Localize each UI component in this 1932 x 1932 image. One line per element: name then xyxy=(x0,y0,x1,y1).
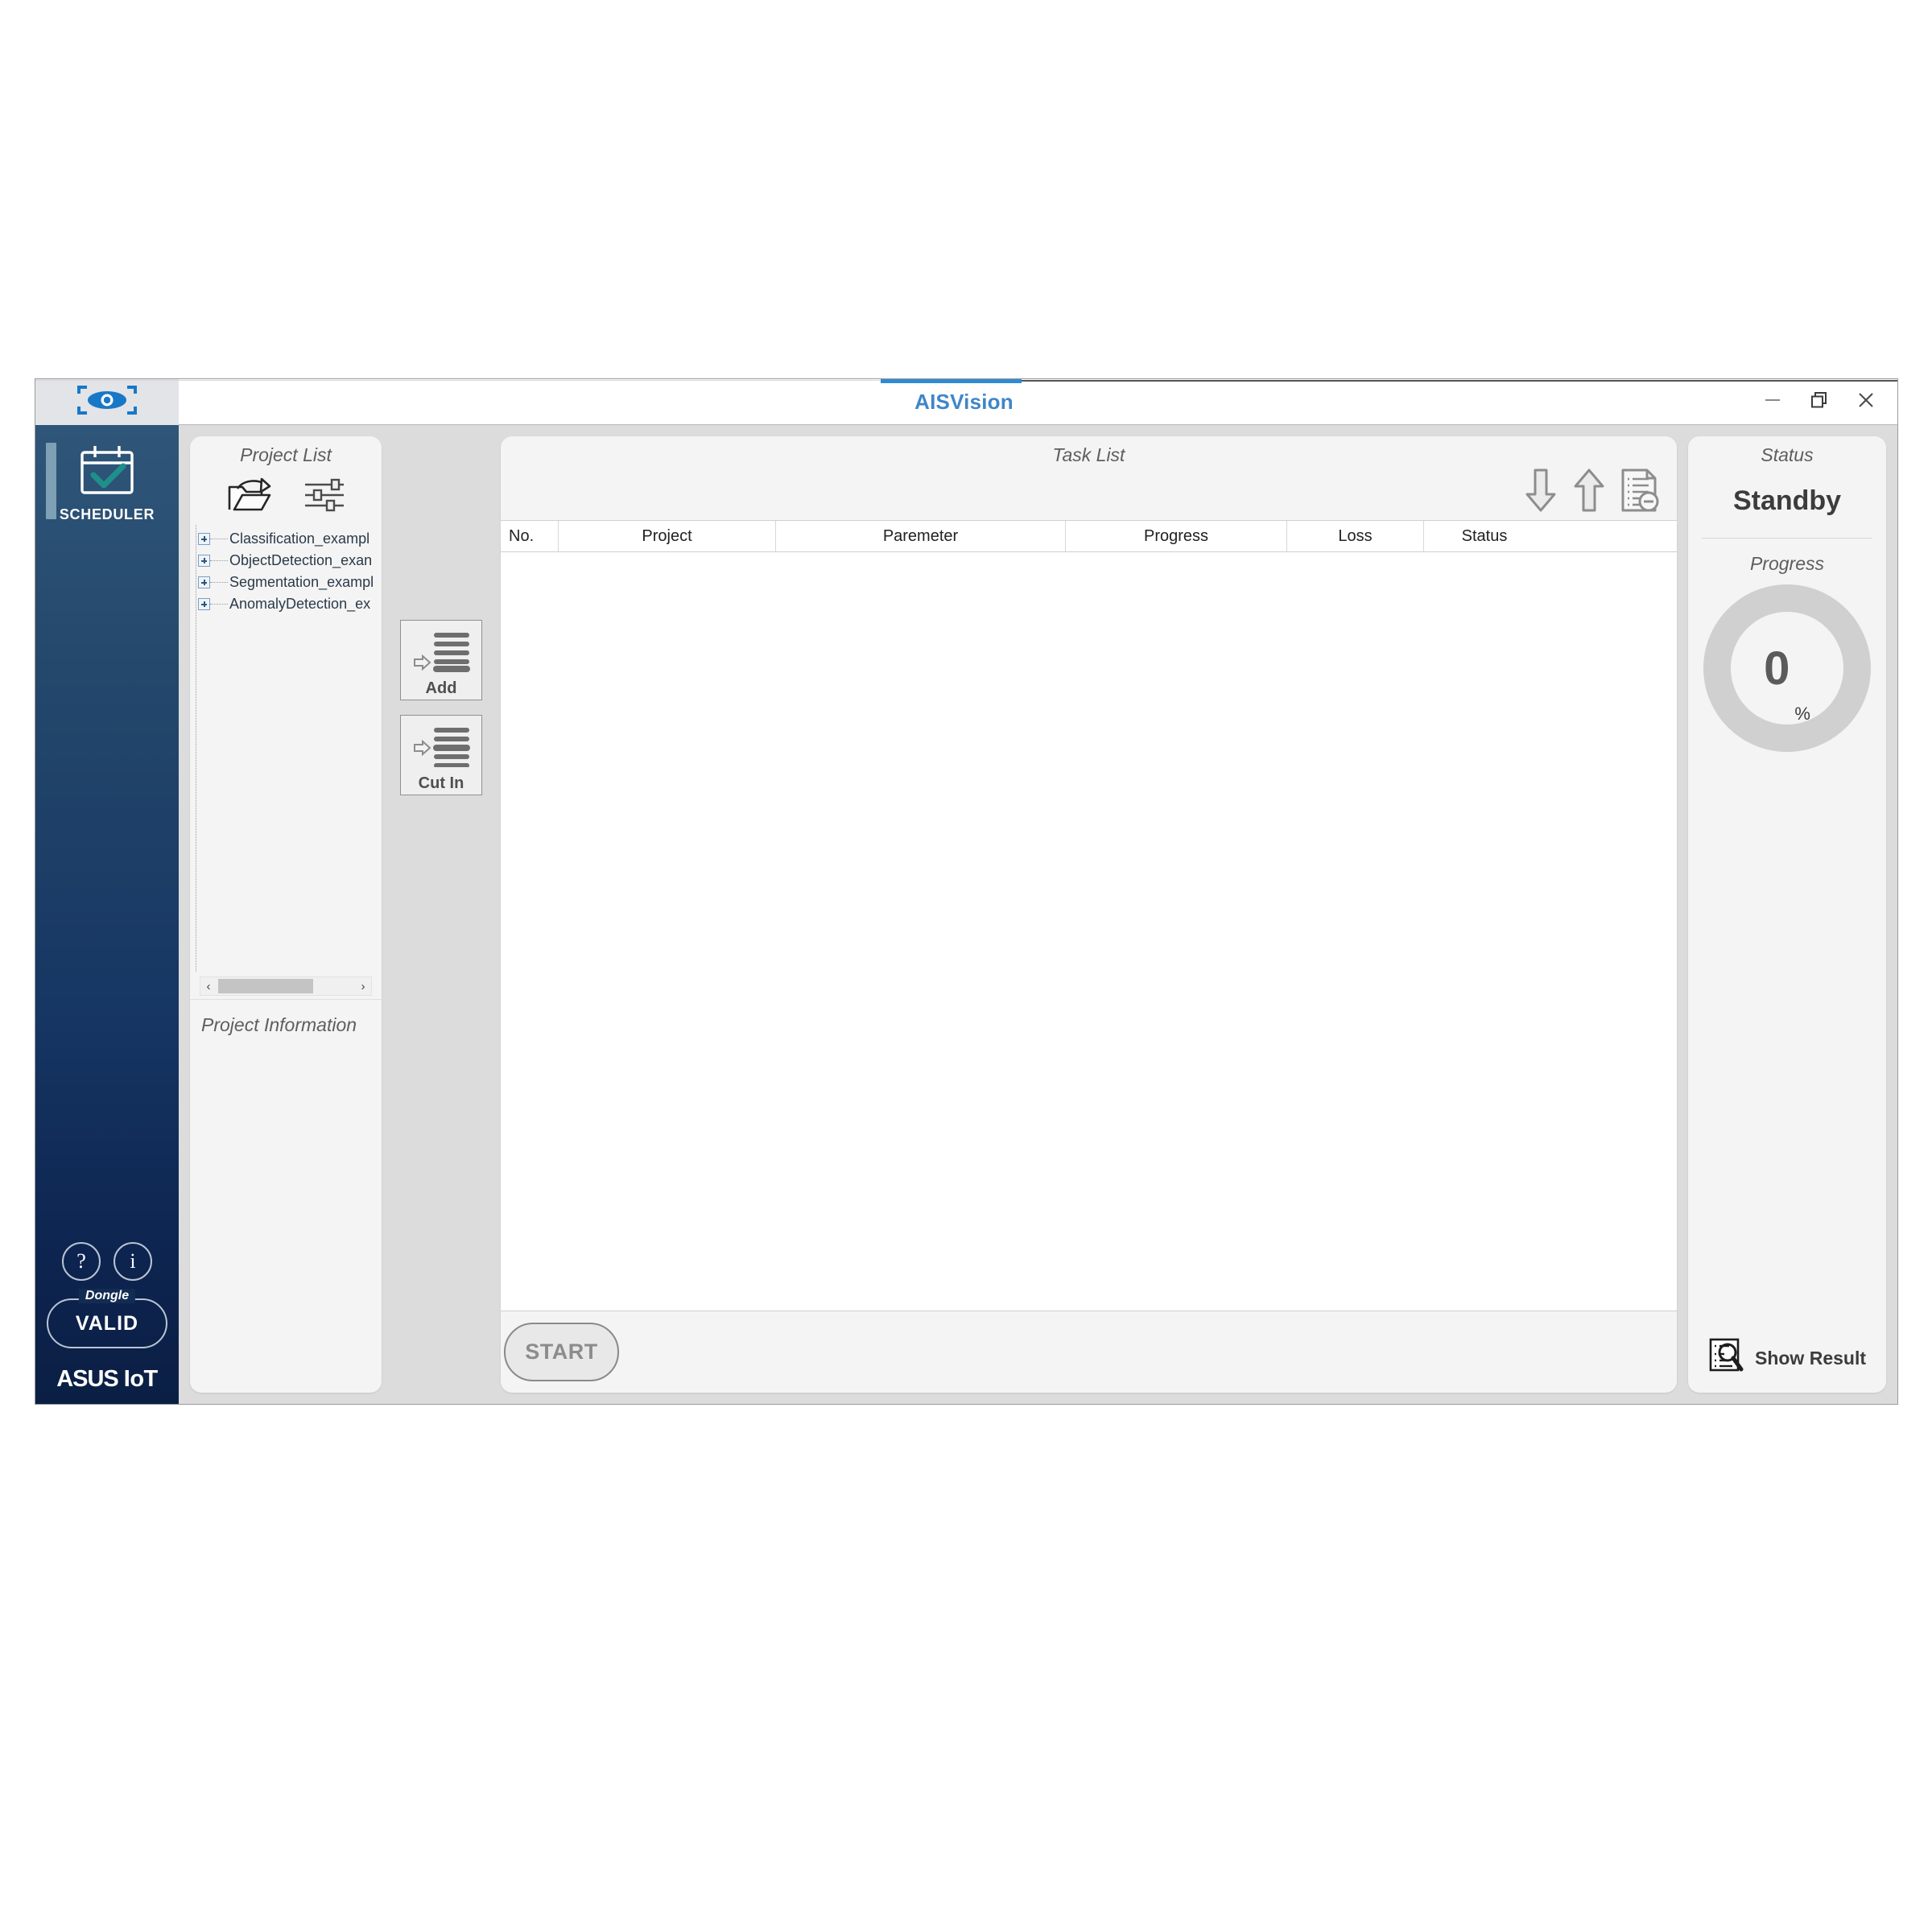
dongle-value: VALID xyxy=(75,1311,139,1335)
sidebar-item-scheduler[interactable]: SCHEDULER xyxy=(35,425,179,534)
tree-item[interactable]: ObjectDetection_exan xyxy=(198,550,382,572)
add-row-icon xyxy=(412,630,470,676)
cut-in-task-label: Cut In xyxy=(418,774,464,792)
column-header-no: No. xyxy=(501,521,559,551)
app-logo xyxy=(35,378,179,425)
calendar-check-icon xyxy=(77,443,137,502)
restore-button[interactable] xyxy=(1796,381,1843,423)
column-header-status: Status xyxy=(1461,526,1508,545)
dongle-status: Dongle VALID xyxy=(47,1289,167,1348)
eye-scan-icon xyxy=(76,384,138,420)
column-header-project: Project xyxy=(559,521,776,551)
tree-item-label: ObjectDetection_exan xyxy=(229,552,373,568)
window-body: SCHEDULER ? i Dongle VALID ASUS IoT Proj… xyxy=(35,425,1897,1404)
progress-unit: % xyxy=(1794,704,1810,724)
title-topline-right xyxy=(1022,380,1897,382)
project-list-panel: Project List Classification_exampl Objec… xyxy=(190,436,382,1393)
tree-branch xyxy=(210,604,228,605)
tree-branch xyxy=(210,582,228,583)
scrollbar-thumb[interactable] xyxy=(218,979,313,993)
tree-item[interactable]: Segmentation_exampl xyxy=(198,572,382,593)
task-list-panel: Task List No. Project Paremeter Progress… xyxy=(501,436,1677,1393)
cut-in-task-button[interactable]: Cut In xyxy=(400,715,482,795)
sidebar-item-label: SCHEDULER xyxy=(59,506,155,522)
close-button[interactable] xyxy=(1843,381,1889,423)
status-value: Standby xyxy=(1732,485,1842,516)
asus-iot-logo: ASUS IoT xyxy=(56,1366,158,1393)
application-window: AISVision SCHEDULER ? i Dongle VALID ASU… xyxy=(35,378,1898,1405)
title-accent-bar xyxy=(881,379,1022,383)
sidebar: SCHEDULER ? i Dongle VALID ASUS IoT xyxy=(35,425,179,1404)
progress-ring: 0 % xyxy=(1703,584,1871,752)
task-list-title: Task List xyxy=(1052,444,1125,465)
project-list-toolbar xyxy=(190,466,382,525)
add-task-label: Add xyxy=(425,679,457,697)
status-title: Status xyxy=(1761,444,1814,465)
title-bar: AISVision xyxy=(35,378,1897,425)
minimize-icon xyxy=(1764,394,1781,409)
move-down-icon[interactable] xyxy=(1524,468,1558,517)
expand-icon[interactable] xyxy=(198,533,210,545)
task-list-column: Task List No. Project Paremeter Progress… xyxy=(501,436,1677,1393)
column-header-progress: Progress xyxy=(1066,521,1287,551)
status-panel: Status Standby Progress 0 % Show Result xyxy=(1688,436,1886,1393)
show-result-button[interactable]: Show Result xyxy=(1708,1338,1866,1378)
project-information-body xyxy=(190,1036,382,1393)
expand-icon[interactable] xyxy=(198,598,210,610)
progress-ring-center: 0 % xyxy=(1703,584,1871,752)
tree-item-label: AnomalyDetection_ex xyxy=(229,596,371,612)
scroll-right-icon[interactable]: › xyxy=(355,977,371,995)
project-tree: Classification_exampl ObjectDetection_ex… xyxy=(190,525,382,972)
scrollbar-track[interactable] xyxy=(217,977,355,995)
project-information-title: Project Information xyxy=(190,999,382,1036)
tree-item-label: Segmentation_exampl xyxy=(229,574,374,590)
window-title: AISVision xyxy=(914,389,1013,414)
document-search-icon xyxy=(1708,1338,1744,1378)
add-task-button[interactable]: Add xyxy=(400,620,482,700)
project-list-title: Project List xyxy=(240,444,332,465)
settings-sliders-icon[interactable] xyxy=(303,477,345,517)
close-icon xyxy=(1856,390,1876,414)
progress-value: 0 xyxy=(1764,642,1790,695)
expand-icon[interactable] xyxy=(198,576,210,588)
project-list-hscrollbar[interactable]: ‹ › xyxy=(200,976,372,996)
tree-item[interactable]: Classification_exampl xyxy=(198,528,382,550)
asus-wordmark: ASUS xyxy=(56,1366,119,1392)
active-indicator xyxy=(46,443,56,519)
sidebar-footer: ? i Dongle VALID ASUS IoT xyxy=(35,1242,179,1404)
expand-icon[interactable] xyxy=(198,555,210,567)
column-header-paremeter: Paremeter xyxy=(776,521,1066,551)
action-buttons-column: Add Cut In xyxy=(382,436,501,1393)
move-up-icon[interactable] xyxy=(1572,468,1606,517)
show-result-label: Show Result xyxy=(1754,1347,1866,1368)
delete-task-icon[interactable] xyxy=(1620,468,1659,517)
sidebar-help-row: ? i xyxy=(62,1242,152,1281)
cut-in-row-icon xyxy=(412,725,470,771)
task-table-header: No. Project Paremeter Progress Loss Stat… xyxy=(501,520,1677,552)
restore-icon xyxy=(1810,390,1829,414)
task-table-body[interactable] xyxy=(501,552,1677,1311)
task-list-footer: START xyxy=(501,1311,1677,1386)
minimize-button[interactable] xyxy=(1749,381,1796,423)
dongle-legend: Dongle xyxy=(78,1289,136,1303)
start-button[interactable]: START xyxy=(504,1323,619,1381)
title-topline-left xyxy=(35,380,881,381)
column-header-loss: Loss xyxy=(1287,521,1424,551)
help-button[interactable]: ? xyxy=(62,1242,101,1281)
progress-title: Progress xyxy=(1749,553,1825,574)
iot-wordmark: IoT xyxy=(123,1366,159,1392)
open-project-icon[interactable] xyxy=(226,477,273,517)
task-list-toolbar xyxy=(501,466,1677,520)
tree-item-label: Classification_exampl xyxy=(229,530,370,547)
content-area: Project List Classification_exampl Objec… xyxy=(179,425,1897,1404)
window-controls xyxy=(1749,381,1897,423)
tree-branch xyxy=(210,560,228,561)
info-button[interactable]: i xyxy=(114,1242,152,1281)
tree-item[interactable]: AnomalyDetection_ex xyxy=(198,593,382,615)
scroll-left-icon[interactable]: ‹ xyxy=(200,977,217,995)
